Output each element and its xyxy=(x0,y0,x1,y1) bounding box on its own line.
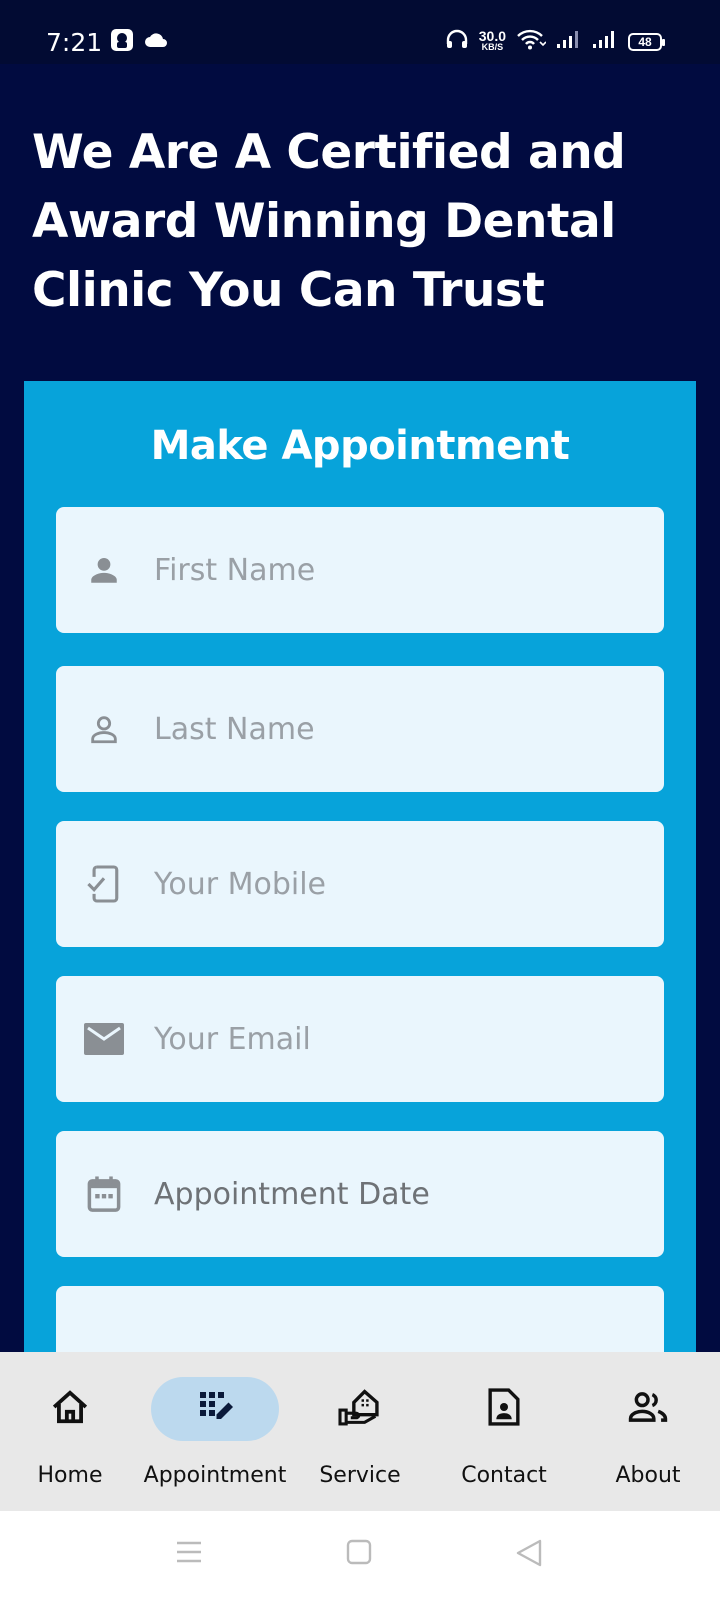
nav-appointment-label: Appointment xyxy=(143,1463,287,1488)
email-placeholder: Your Email xyxy=(154,1021,311,1057)
bottom-nav: Home Appointment Service Contact About xyxy=(0,1352,720,1511)
person-icon xyxy=(82,548,126,592)
appointment-title: Make Appointment xyxy=(150,423,570,469)
email-icon xyxy=(82,1017,126,1061)
headphones-icon xyxy=(445,28,469,55)
nav-contact[interactable]: Contact xyxy=(440,1352,568,1511)
appointment-date-field[interactable]: Appointment Date xyxy=(56,1131,664,1257)
nav-appointment[interactable]: Appointment xyxy=(144,1352,286,1511)
person-outline-icon xyxy=(82,707,126,751)
back-icon[interactable] xyxy=(516,1539,542,1572)
appointment-date-placeholder: Appointment Date xyxy=(154,1176,430,1212)
email-field[interactable]: Your Email xyxy=(56,976,664,1102)
system-nav-bar xyxy=(0,1511,720,1600)
status-time: 7:21 xyxy=(46,28,103,57)
last-name-placeholder: Last Name xyxy=(154,711,315,747)
wifi-icon xyxy=(516,28,547,55)
mobile-check-icon xyxy=(82,862,126,906)
grid-edit-icon xyxy=(197,1389,233,1430)
contact-file-icon xyxy=(487,1387,521,1432)
cloud-icon xyxy=(144,31,168,54)
battery-icon: 48 xyxy=(628,32,665,51)
signal-1-icon xyxy=(556,29,582,54)
network-speed: 30.0 KB/S xyxy=(478,27,506,52)
mobile-field[interactable]: Your Mobile xyxy=(56,821,664,947)
home-icon xyxy=(51,1389,89,1430)
signal-2-icon xyxy=(592,29,618,54)
nav-home-label: Home xyxy=(37,1463,103,1488)
nav-about[interactable]: About xyxy=(584,1352,712,1511)
menu-icon[interactable] xyxy=(176,1539,202,1570)
last-name-field[interactable]: Last Name xyxy=(56,666,664,792)
nav-service-label: Service xyxy=(319,1463,401,1488)
home-button-icon[interactable] xyxy=(346,1539,372,1570)
first-name-placeholder: First Name xyxy=(154,552,316,588)
first-name-field[interactable]: First Name xyxy=(56,507,664,633)
status-bar: 7:21 30.0 KB/S 48 xyxy=(0,0,720,64)
nav-service[interactable]: Service xyxy=(296,1352,424,1511)
hero-title: We Are A Certified and Award Winning Den… xyxy=(32,125,626,318)
mobile-placeholder: Your Mobile xyxy=(154,866,326,902)
nav-about-label: About xyxy=(615,1463,681,1488)
nav-contact-label: Contact xyxy=(461,1463,547,1488)
nav-home[interactable]: Home xyxy=(6,1352,134,1511)
people-icon xyxy=(627,1391,669,1428)
service-hand-icon xyxy=(338,1387,382,1432)
calendar-icon xyxy=(82,1172,126,1216)
app-notification-icon xyxy=(110,28,134,57)
